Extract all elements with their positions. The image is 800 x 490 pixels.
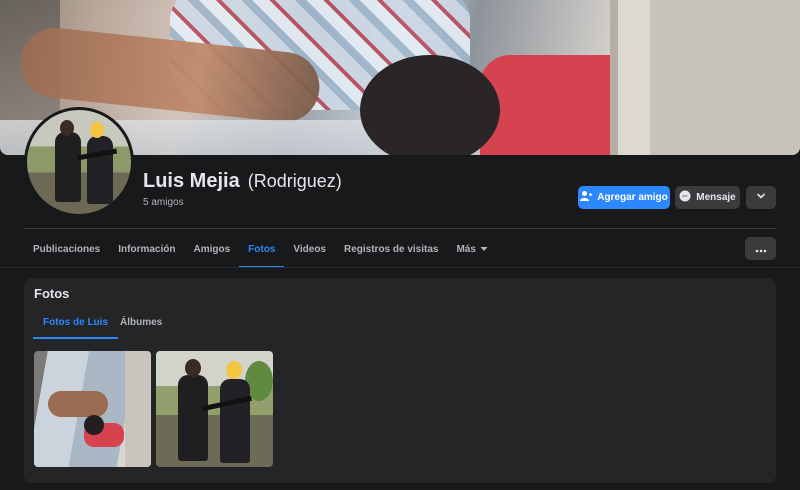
profile-avatar[interactable]: [24, 107, 134, 217]
chevron-down-icon: [756, 192, 766, 203]
cover-photo-red-shirt: [480, 55, 620, 155]
avatar-person-left: [55, 132, 81, 202]
subtab-label: Fotos de Luis: [43, 317, 108, 328]
tabs-overflow-button[interactable]: [745, 237, 776, 260]
divider: [24, 228, 776, 229]
photo-body: [48, 391, 108, 417]
avatar-person-right: [87, 136, 113, 204]
tab-amigos[interactable]: Amigos: [184, 230, 239, 268]
photo-thumbnail[interactable]: [34, 351, 151, 467]
photo-head-emoji: [226, 361, 242, 379]
tab-label: Videos: [293, 243, 326, 255]
profile-name: Luis Mejia: [143, 170, 240, 192]
message-button[interactable]: Mensaje: [675, 186, 740, 209]
tab-label: Registros de visitas: [343, 243, 439, 255]
tab-label: Publicaciones: [33, 243, 101, 255]
friends-count[interactable]: 5 amigos: [143, 197, 184, 208]
profile-name-row: Luis Mejia (Rodriguez): [143, 170, 342, 193]
photos-card: Fotos Fotos de Luis Álbumes: [24, 278, 776, 483]
subtab-fotos-de-luis[interactable]: Fotos de Luis: [33, 306, 118, 339]
photo-head-left: [185, 359, 201, 377]
subtab-label: Álbumes: [120, 317, 163, 328]
add-friend-label: Agregar amigo: [597, 192, 668, 203]
photo-head: [84, 415, 104, 435]
photo-wall: [125, 351, 151, 467]
tab-label: Fotos: [248, 243, 276, 255]
ellipsis-icon: [755, 242, 767, 256]
more-actions-button[interactable]: [746, 186, 776, 209]
profile-alternate-name: (Rodriguez): [247, 171, 342, 191]
photo-person-right: [220, 379, 250, 463]
tab-label: Más: [456, 243, 476, 255]
photo-thumbnail[interactable]: [156, 351, 273, 467]
subtab-albumes[interactable]: Álbumes: [110, 306, 172, 339]
messenger-icon: [679, 190, 691, 205]
avatar-head-emoji: [90, 122, 104, 138]
tab-publicaciones[interactable]: Publicaciones: [24, 230, 109, 268]
tab-fotos[interactable]: Fotos: [239, 230, 285, 268]
tab-label: Información: [118, 243, 176, 255]
tab-videos[interactable]: Videos: [284, 230, 335, 268]
cover-photo-wall: [610, 0, 800, 155]
profile-tabs: Publicaciones Información Amigos Fotos V…: [24, 230, 497, 268]
avatar-head-left: [60, 120, 74, 136]
tab-registros-de-visitas[interactable]: Registros de visitas: [335, 230, 447, 268]
caret-down-icon: [480, 244, 488, 255]
add-friend-button[interactable]: Agregar amigo: [578, 186, 670, 209]
divider: [0, 267, 800, 268]
tab-informacion[interactable]: Información: [109, 230, 184, 268]
cover-photo-head: [360, 55, 500, 155]
tab-mas[interactable]: Más: [447, 230, 496, 268]
add-friend-icon: [580, 190, 593, 205]
tab-label: Amigos: [193, 243, 231, 255]
message-label: Mensaje: [696, 192, 736, 203]
photos-card-title: Fotos: [34, 286, 70, 301]
photo-person-left: [178, 375, 208, 461]
